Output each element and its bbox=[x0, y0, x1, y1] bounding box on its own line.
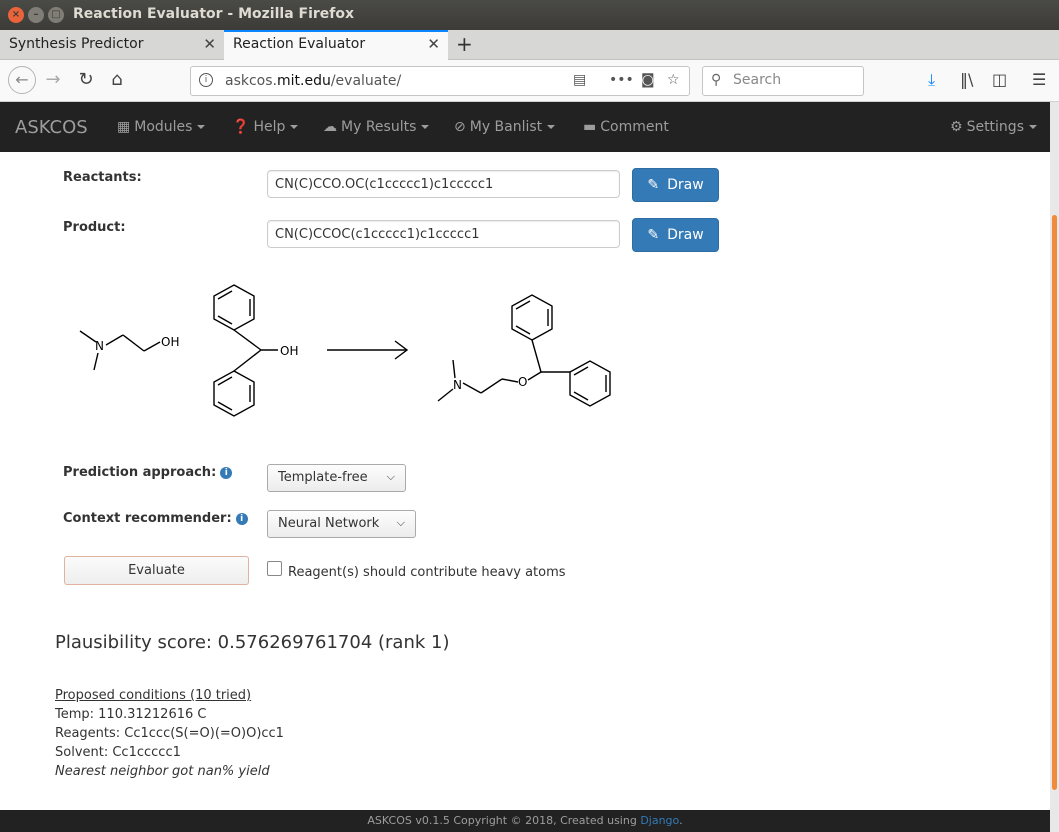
window-close-icon[interactable]: × bbox=[8, 7, 24, 23]
cloud-icon: ☁ bbox=[323, 119, 337, 135]
home-icon[interactable]: ⌂ bbox=[105, 69, 129, 90]
downloads-icon[interactable]: ⤓ bbox=[928, 70, 935, 90]
tab-label: Synthesis Predictor bbox=[9, 36, 144, 52]
pencil-icon: ✎ bbox=[647, 227, 660, 243]
tab-synthesis-predictor[interactable]: Synthesis Predictor ✕ bbox=[0, 30, 224, 60]
pocket-icon[interactable]: ◙ bbox=[641, 72, 655, 88]
tab-strip: Synthesis Predictor ✕ Reaction Evaluator… bbox=[0, 30, 1059, 61]
page-scrollbar-thumb[interactable] bbox=[1052, 215, 1057, 790]
tab-label: Reaction Evaluator bbox=[233, 36, 366, 52]
reload-icon[interactable]: ↻ bbox=[74, 69, 98, 90]
bookmark-star-icon[interactable]: ☆ bbox=[667, 72, 680, 88]
nav-comment[interactable]: ▬ Comment bbox=[583, 119, 669, 135]
search-input[interactable] bbox=[733, 72, 858, 88]
browser-toolbar: ← → ↻ ⌂ i askcos.mit.edu/evaluate/ ▤ •••… bbox=[0, 60, 1059, 102]
evaluate-button[interactable]: Evaluate bbox=[64, 556, 249, 585]
site-info-icon[interactable]: i bbox=[199, 73, 213, 87]
back-arrow-icon[interactable]: ← bbox=[8, 66, 36, 94]
conditions-neighbor-yield: Nearest neighbor got nan% yield bbox=[55, 764, 270, 779]
grid-icon: ▦ bbox=[117, 119, 131, 135]
comment-icon: ▬ bbox=[583, 119, 597, 135]
conditions-solvent: Solvent: Cc1ccccc1 bbox=[55, 745, 181, 760]
info-icon[interactable]: i bbox=[235, 513, 248, 525]
new-tab-icon[interactable]: + bbox=[456, 32, 473, 56]
django-link[interactable]: Django bbox=[640, 814, 679, 827]
nav-my-banlist[interactable]: ⊘ My Banlist bbox=[454, 119, 556, 135]
ban-icon: ⊘ bbox=[454, 119, 466, 135]
hydroxyl-label: OH bbox=[161, 335, 179, 349]
site-navbar: ASKCOS ▦ Modules ❓ Help ☁ My Results ⊘ My Ba… bbox=[0, 102, 1050, 152]
url-bar[interactable]: i askcos.mit.edu/evaluate/ ▤ ••• ◙ ☆ bbox=[190, 66, 690, 96]
page-footer: ASKCOS v0.1.5 Copyright © 2018, Created … bbox=[0, 810, 1050, 832]
page-actions-icon[interactable]: ••• bbox=[609, 72, 634, 88]
product-draw-button[interactable]: ✎ Draw bbox=[632, 218, 719, 252]
context-recommender-select[interactable]: Neural Network ⌵ bbox=[267, 510, 416, 538]
search-bar[interactable]: ⚲ bbox=[702, 66, 864, 96]
gear-icon: ⚙ bbox=[950, 119, 963, 135]
window-minimize-icon[interactable]: – bbox=[28, 7, 44, 23]
library-icon[interactable]: ‖\ bbox=[960, 70, 973, 89]
oxygen-atom-label: O bbox=[518, 375, 527, 389]
sidebar-icon[interactable]: ◫ bbox=[992, 70, 1007, 89]
nav-my-results[interactable]: ☁ My Results bbox=[323, 119, 430, 135]
tab-close-icon[interactable]: ✕ bbox=[203, 35, 216, 53]
search-icon: ⚲ bbox=[711, 72, 722, 88]
window-title: Reaction Evaluator - Mozilla Firefox bbox=[73, 6, 355, 22]
context-recommender-label: Context recommender: i bbox=[63, 511, 248, 526]
window-titlebar: × – □ Reaction Evaluator - Mozilla Firef… bbox=[0, 0, 1059, 30]
reagent-heavy-atoms-label[interactable]: Reagent(s) should contribute heavy atoms bbox=[288, 565, 566, 580]
conditions-temp: Temp: 110.31212616 C bbox=[55, 707, 207, 722]
nitrogen-atom-label: N bbox=[453, 378, 462, 392]
url-text[interactable]: askcos.mit.edu/evaluate/ bbox=[225, 73, 401, 89]
reagent-heavy-atoms-checkbox[interactable] bbox=[267, 561, 282, 576]
brand-link[interactable]: ASKCOS bbox=[15, 117, 88, 138]
forward-arrow-icon[interactable]: → bbox=[41, 69, 65, 90]
reactants-draw-button[interactable]: ✎ Draw bbox=[632, 168, 719, 202]
tab-close-icon[interactable]: ✕ bbox=[427, 35, 440, 53]
plausibility-score: Plausibility score: 0.576269761704 (rank… bbox=[55, 632, 450, 653]
prediction-approach-select[interactable]: Template-free ⌵ bbox=[267, 464, 406, 492]
product-input[interactable] bbox=[267, 220, 620, 248]
chevron-down-icon: ⌵ bbox=[386, 470, 395, 483]
window-maximize-icon[interactable]: □ bbox=[48, 7, 64, 23]
pencil-icon: ✎ bbox=[647, 177, 660, 193]
prediction-approach-label: Prediction approach: i bbox=[63, 465, 233, 480]
reactants-label: Reactants: bbox=[63, 170, 142, 185]
nav-settings[interactable]: ⚙ Settings bbox=[950, 119, 1037, 135]
menu-icon[interactable]: ☰ bbox=[1032, 70, 1046, 89]
nav-help[interactable]: ❓ Help bbox=[232, 119, 299, 135]
conditions-header: Proposed conditions (10 tried) bbox=[55, 688, 252, 703]
hydroxyl-label: OH bbox=[280, 344, 298, 358]
chevron-down-icon: ⌵ bbox=[396, 516, 405, 529]
info-icon[interactable]: i bbox=[220, 467, 233, 479]
reader-view-icon[interactable]: ▤ bbox=[573, 72, 586, 88]
conditions-reagents: Reagents: Cc1ccc(S(=O)(=O)O)cc1 bbox=[55, 726, 284, 741]
reaction-structure-image: N OH OH N O bbox=[79, 284, 611, 417]
nitrogen-atom-label: N bbox=[95, 339, 104, 353]
nav-modules[interactable]: ▦ Modules bbox=[117, 119, 206, 135]
question-circle-icon: ❓ bbox=[232, 119, 250, 135]
reactants-input[interactable] bbox=[267, 170, 620, 198]
product-label: Product: bbox=[63, 220, 126, 235]
tab-reaction-evaluator[interactable]: Reaction Evaluator ✕ bbox=[224, 30, 448, 61]
